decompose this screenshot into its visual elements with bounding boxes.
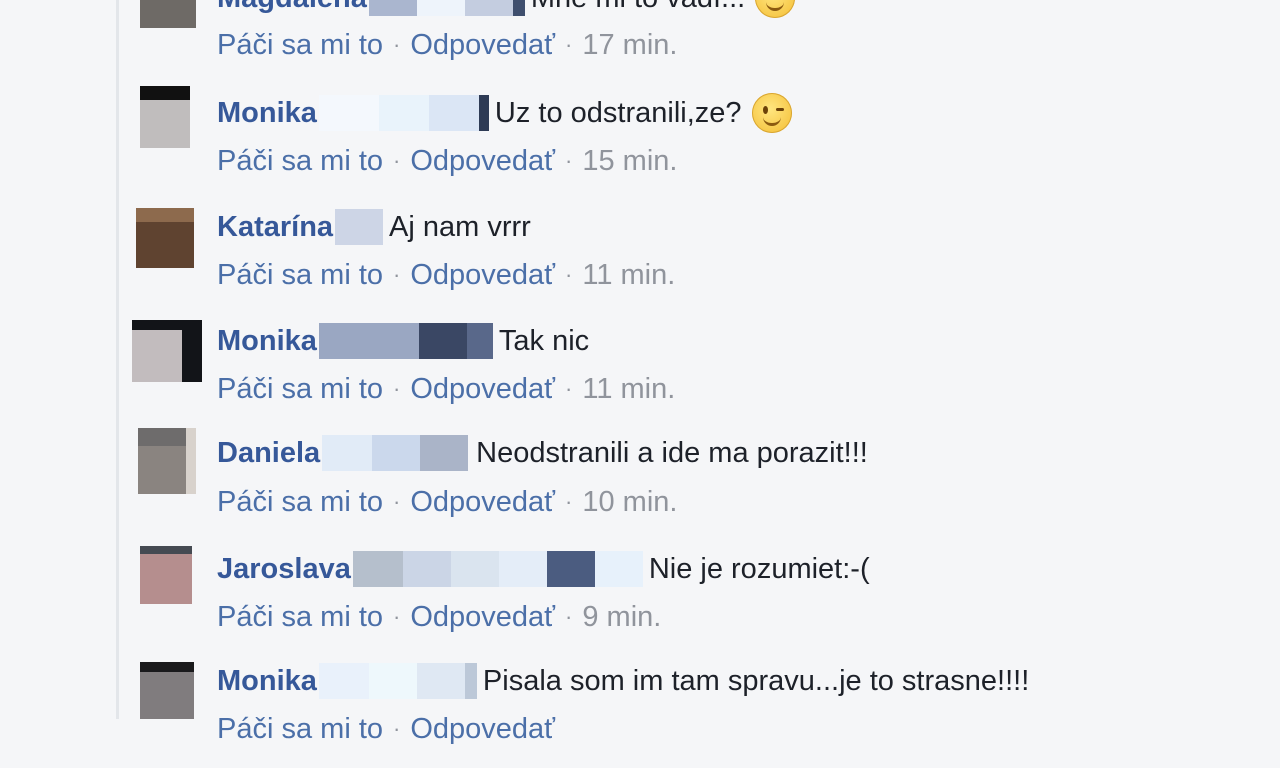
- redacted-surname: [335, 209, 384, 245]
- avatar[interactable]: [136, 208, 194, 268]
- redacted-surname: [418, 323, 467, 359]
- redacted-surname: [478, 95, 489, 131]
- comment-text: Nie je rozumiet:-(: [648, 552, 870, 585]
- comment-text: Aj nam vrrr: [389, 210, 531, 243]
- emoji-wink-eye-icon: [775, 108, 784, 111]
- comment-item: Monika Pisala som im tam spravu...je to …: [0, 654, 1280, 768]
- comment-timestamp[interactable]: 11 min.: [582, 373, 675, 406]
- separator: ·: [565, 32, 573, 57]
- like-button[interactable]: Páči sa mi to: [217, 145, 383, 178]
- wink-emoji-icon: [751, 93, 792, 133]
- separator: ·: [565, 376, 573, 401]
- avatar[interactable]: [132, 320, 202, 382]
- redacted-surname: [322, 435, 373, 471]
- smile-emoji-icon: [755, 0, 796, 18]
- redacted-surname: [546, 551, 595, 587]
- avatar[interactable]: [140, 546, 192, 604]
- like-button[interactable]: Páči sa mi to: [217, 259, 383, 292]
- reply-button[interactable]: Odpovedať: [410, 29, 555, 62]
- comment-text: Uz to odstranili,ze?: [494, 96, 742, 129]
- avatar[interactable]: [140, 0, 196, 28]
- comment-timestamp[interactable]: 17 min.: [582, 29, 677, 62]
- redacted-surname: [352, 551, 403, 587]
- redacted-surname: [420, 435, 469, 471]
- comment-item: Katarína Aj nam vrrr Páči sa mi to · Odp…: [0, 198, 1280, 312]
- like-button[interactable]: Páči sa mi to: [217, 486, 383, 519]
- comment-timestamp[interactable]: 11 min.: [582, 259, 675, 292]
- redacted-surname: [512, 0, 525, 16]
- like-button[interactable]: Páči sa mi to: [217, 29, 383, 62]
- comment-item: Jaroslava Nie je rozumiet:-( Páči sa mi …: [0, 540, 1280, 654]
- comment-timestamp[interactable]: 15 min.: [582, 145, 677, 178]
- comment-item: Magdalena Mne mi to vadí... Páči sa mi t…: [0, 0, 1280, 84]
- comment-timestamp[interactable]: 10 min.: [582, 486, 677, 519]
- redacted-surname: [416, 663, 465, 699]
- redacted-surname: [318, 663, 369, 699]
- avatar[interactable]: [138, 428, 196, 494]
- redacted-surname: [372, 435, 421, 471]
- comment-author-link[interactable]: Monika: [217, 325, 317, 358]
- redacted-surname: [428, 95, 479, 131]
- comment-item: Monika Tak nic Páči sa mi to · Odpovedať…: [0, 312, 1280, 426]
- redacted-surname: [466, 323, 493, 359]
- comment-text: Pisala som im tam spravu...je to strasne…: [482, 664, 1030, 697]
- separator: ·: [393, 148, 401, 173]
- comment-author-link[interactable]: Monika: [217, 97, 317, 130]
- comment-author-link[interactable]: Magdalena: [217, 0, 367, 15]
- like-button[interactable]: Páči sa mi to: [217, 373, 383, 406]
- like-button[interactable]: Páči sa mi to: [217, 713, 383, 746]
- reply-button[interactable]: Odpovedať: [410, 259, 555, 292]
- separator: ·: [393, 604, 401, 629]
- comment-author-link[interactable]: Monika: [217, 665, 317, 698]
- redacted-surname: [318, 323, 419, 359]
- separator: ·: [565, 489, 573, 514]
- redacted-surname: [594, 551, 643, 587]
- reply-button[interactable]: Odpovedať: [410, 601, 555, 634]
- reply-button[interactable]: Odpovedať: [410, 145, 555, 178]
- separator: ·: [393, 716, 401, 741]
- separator: ·: [565, 604, 573, 629]
- redacted-surname: [450, 551, 499, 587]
- separator: ·: [393, 489, 401, 514]
- reply-button[interactable]: Odpovedať: [410, 373, 555, 406]
- separator: ·: [565, 262, 573, 287]
- redacted-surname: [318, 95, 379, 131]
- redacted-surname: [464, 0, 513, 16]
- comment-text: Mne mi to vadí...: [531, 0, 745, 15]
- comment-item: Daniela Neodstranili a ide ma porazit!!!…: [0, 426, 1280, 540]
- comment-text: Tak nic: [498, 324, 590, 357]
- separator: ·: [393, 32, 401, 57]
- comment-author-link[interactable]: Jaroslava: [217, 553, 351, 586]
- redacted-surname: [378, 95, 429, 131]
- separator: ·: [393, 376, 401, 401]
- separator: ·: [565, 148, 573, 173]
- like-button[interactable]: Páči sa mi to: [217, 601, 383, 634]
- avatar[interactable]: [140, 86, 190, 148]
- comment-author-link[interactable]: Daniela: [217, 437, 320, 470]
- redacted-surname: [368, 0, 417, 16]
- comment-item: Monika Uz to odstranili,ze? Páči sa mi t…: [0, 84, 1280, 198]
- comment-author-link[interactable]: Katarína: [217, 211, 333, 244]
- redacted-surname: [416, 0, 465, 16]
- comment-text: Neodstranili a ide ma porazit!!!: [476, 436, 868, 469]
- redacted-surname: [464, 663, 477, 699]
- avatar[interactable]: [140, 662, 194, 719]
- comment-timestamp[interactable]: 9 min.: [582, 601, 661, 634]
- redacted-surname: [402, 551, 451, 587]
- separator: ·: [393, 262, 401, 287]
- redacted-surname: [368, 663, 417, 699]
- reply-button[interactable]: Odpovedať: [410, 713, 555, 746]
- redacted-surname: [498, 551, 547, 587]
- comment-thread: Magdalena Mne mi to vadí... Páči sa mi t…: [0, 0, 1280, 745]
- emoji-eye-icon: [762, 106, 768, 114]
- reply-button[interactable]: Odpovedať: [410, 486, 555, 519]
